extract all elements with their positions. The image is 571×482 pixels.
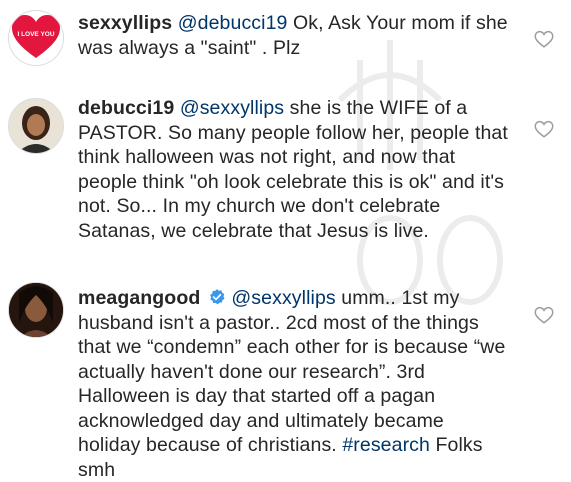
comment-mention[interactable]: @sexxyllips	[231, 287, 335, 309]
comment-hashtag[interactable]: #research	[342, 434, 430, 456]
heart-outline-icon[interactable]	[533, 304, 555, 326]
avatar-label: I LOVE YOU	[17, 31, 54, 38]
avatar[interactable]	[8, 98, 64, 154]
profile-photo-icon	[9, 283, 63, 337]
comment-text: debucci19 @sexxyllips she is the WIFE of…	[78, 96, 508, 243]
comment-username[interactable]: sexxyllips	[78, 12, 172, 34]
comment-text: sexxyllips @debucci19 Ok, Ask Your mom i…	[78, 11, 508, 60]
avatar[interactable]: I LOVE YOU	[8, 10, 64, 66]
comment-mention[interactable]: @debucci19	[178, 12, 288, 34]
verified-badge-icon	[210, 289, 225, 305]
heart-outline-icon[interactable]	[533, 118, 555, 140]
comment-text: meagangood @sexxyllips umm.. 1st my husb…	[78, 286, 508, 482]
avatar[interactable]	[8, 282, 64, 338]
heart-avatar-icon: I LOVE YOU	[12, 15, 60, 58]
comment-username[interactable]: debucci19	[78, 97, 174, 119]
comment-mention[interactable]: @sexxyllips	[180, 97, 284, 119]
comment-body: umm.. 1st my husband isn't a pastor.. 2c…	[78, 287, 506, 456]
profile-photo-icon	[9, 99, 63, 153]
comment-feed: I LOVE YOU sexxyllips @debucci19 Ok, Ask…	[0, 0, 571, 481]
heart-outline-icon[interactable]	[533, 28, 555, 50]
comment-username[interactable]: meagangood	[78, 287, 200, 309]
